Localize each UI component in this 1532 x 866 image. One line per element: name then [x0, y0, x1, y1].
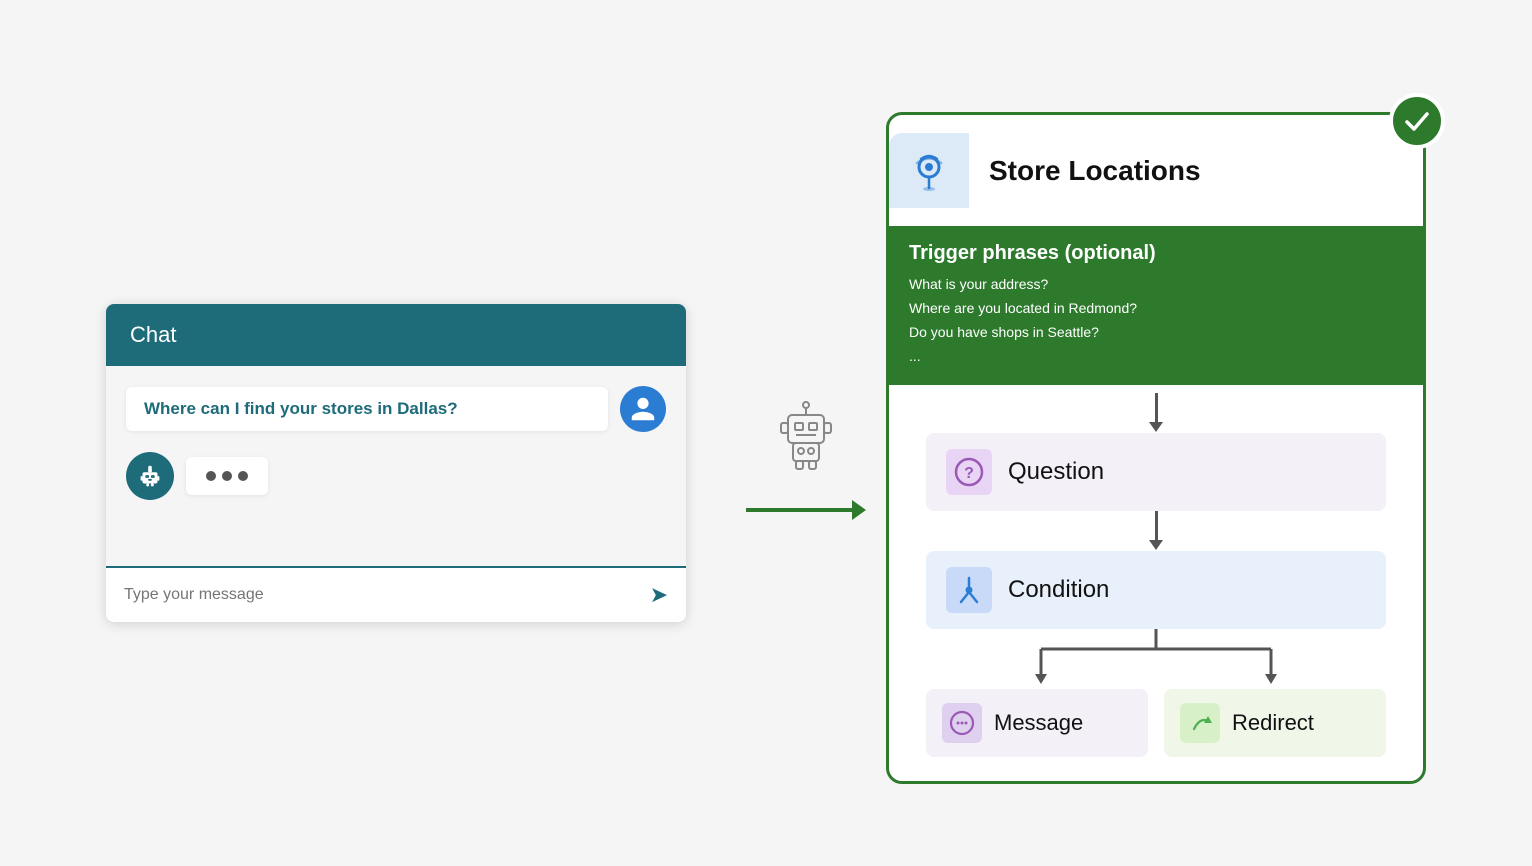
bot-avatar	[126, 452, 174, 500]
trigger-phrase-1: What is your address?	[909, 273, 1403, 297]
trigger-phrase-2: Where are you located in Redmond?	[909, 297, 1403, 321]
chat-title: Chat	[130, 322, 176, 347]
chat-panel: Chat Where can I find your stores in Dal…	[106, 304, 686, 622]
chat-body: Where can I find your stores in Dallas?	[106, 366, 686, 566]
flow-panel: Store Locations Trigger phrases (optiona…	[886, 112, 1426, 783]
trigger-title: Trigger phrases (optional)	[909, 242, 1403, 265]
question-label: Question	[1008, 458, 1104, 486]
condition-icon-box	[946, 567, 992, 613]
bot-typing-row	[126, 452, 666, 500]
trigger-section: Trigger phrases (optional) What is your …	[889, 226, 1423, 384]
flow-bottom-row: Message Redirect	[926, 689, 1386, 757]
redirect-icon-box	[1180, 703, 1220, 743]
message-icon	[948, 709, 976, 737]
typing-indicator	[186, 457, 268, 495]
robot-icon-area	[766, 397, 846, 482]
user-icon	[629, 395, 657, 423]
arrow-line	[746, 508, 856, 512]
chat-header: Chat	[106, 304, 686, 366]
condition-label: Condition	[1008, 576, 1109, 604]
flow-arrow	[746, 490, 866, 530]
condition-icon	[953, 574, 985, 606]
flow-steps: ? Question	[889, 385, 1423, 781]
check-badge	[1389, 93, 1445, 149]
message-node[interactable]: Message	[926, 689, 1148, 757]
arrow-area	[726, 397, 886, 530]
split-arrows-svg	[926, 629, 1386, 689]
chat-input[interactable]	[124, 586, 640, 604]
condition-node[interactable]: Condition	[926, 551, 1386, 629]
store-locations-icon	[907, 149, 951, 193]
flow-title: Store Locations	[969, 155, 1201, 187]
question-node[interactable]: ? Question	[926, 433, 1386, 511]
question-icon-box: ?	[946, 449, 992, 495]
send-button[interactable]: ➤	[650, 582, 668, 608]
user-chat-bubble: Where can I find your stores in Dallas?	[126, 387, 608, 431]
redirect-icon	[1186, 709, 1214, 737]
arrow-down-1	[1155, 393, 1158, 423]
message-label: Message	[994, 710, 1083, 736]
user-message-row: Where can I find your stores in Dallas?	[126, 386, 666, 432]
redirect-label: Redirect	[1232, 710, 1314, 736]
robot-illustration	[766, 397, 846, 477]
dot-2	[222, 471, 232, 481]
check-icon	[1402, 106, 1432, 136]
trigger-phrase-ellipsis: ...	[909, 345, 1403, 369]
user-avatar	[620, 386, 666, 432]
bot-icon	[135, 461, 165, 491]
chat-input-row: ➤	[106, 566, 686, 622]
dot-1	[206, 471, 216, 481]
message-icon-box	[942, 703, 982, 743]
svg-text:?: ?	[964, 465, 974, 482]
dot-3	[238, 471, 248, 481]
trigger-phrase-3: Do you have shops in Seattle?	[909, 321, 1403, 345]
flow-title-row: Store Locations	[889, 115, 1423, 226]
redirect-node[interactable]: Redirect	[1164, 689, 1386, 757]
main-container: Chat Where can I find your stores in Dal…	[0, 0, 1532, 866]
arrow-down-2	[1155, 511, 1158, 541]
question-icon: ?	[953, 456, 985, 488]
flow-title-icon-box	[889, 133, 969, 208]
